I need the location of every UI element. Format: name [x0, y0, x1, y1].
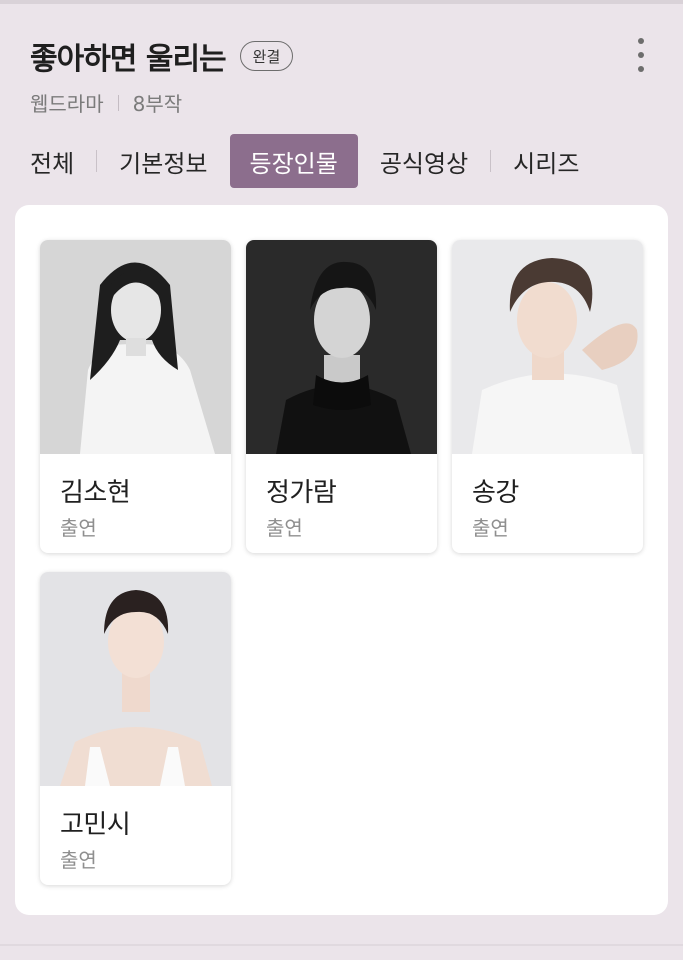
cast-card[interactable]: 정가람 출연 [246, 240, 437, 553]
genre-label: 웹드라마 [30, 92, 104, 116]
more-options-icon[interactable] [633, 38, 649, 72]
tab-basic-info[interactable]: 기본정보 [119, 134, 207, 188]
cast-card[interactable]: 김소현 출연 [40, 240, 231, 553]
cast-role: 출연 [60, 848, 97, 872]
cast-card[interactable]: 송강 출연 [452, 240, 643, 553]
cast-card[interactable]: 고민시 출연 [40, 572, 231, 885]
cast-name: 송강 [472, 478, 519, 508]
page: 좋아하면 울리는 완결 웹드라마 8부작 전체 기본정보 등장인물 공식영상 시… [0, 0, 683, 960]
tab-bar: 전체 기본정보 등장인물 공식영상 시리즈 [30, 134, 579, 188]
page-title: 좋아하면 울리는 [30, 42, 227, 77]
cast-name: 고민시 [60, 810, 131, 840]
header: 좋아하면 울리는 완결 웹드라마 8부작 [30, 34, 663, 117]
title-row: 좋아하면 울리는 완결 [30, 34, 663, 78]
cast-name: 김소현 [60, 478, 131, 508]
cast-photo [452, 240, 643, 454]
cast-photo [40, 572, 231, 786]
cast-role: 출연 [266, 516, 303, 540]
bottom-divider [0, 944, 683, 946]
cast-name: 정가람 [266, 478, 337, 508]
cast-role: 출연 [472, 516, 509, 540]
episodes-label: 8부작 [132, 92, 183, 116]
cast-role: 출연 [60, 516, 97, 540]
tab-divider [96, 150, 98, 172]
tab-characters[interactable]: 등장인물 [229, 134, 358, 188]
tab-series[interactable]: 시리즈 [513, 134, 579, 188]
tab-divider [490, 150, 492, 172]
tab-all[interactable]: 전체 [30, 134, 74, 188]
cast-photo [246, 240, 437, 454]
meta-divider [117, 94, 119, 111]
tab-official-videos[interactable]: 공식영상 [380, 134, 468, 188]
cast-photo [40, 240, 231, 454]
meta-info: 웹드라마 8부작 [30, 88, 663, 117]
status-badge: 완결 [239, 41, 294, 71]
cast-panel: 김소현 출연 정가람 출연 송강 출연 고민시 출연 [15, 205, 668, 915]
